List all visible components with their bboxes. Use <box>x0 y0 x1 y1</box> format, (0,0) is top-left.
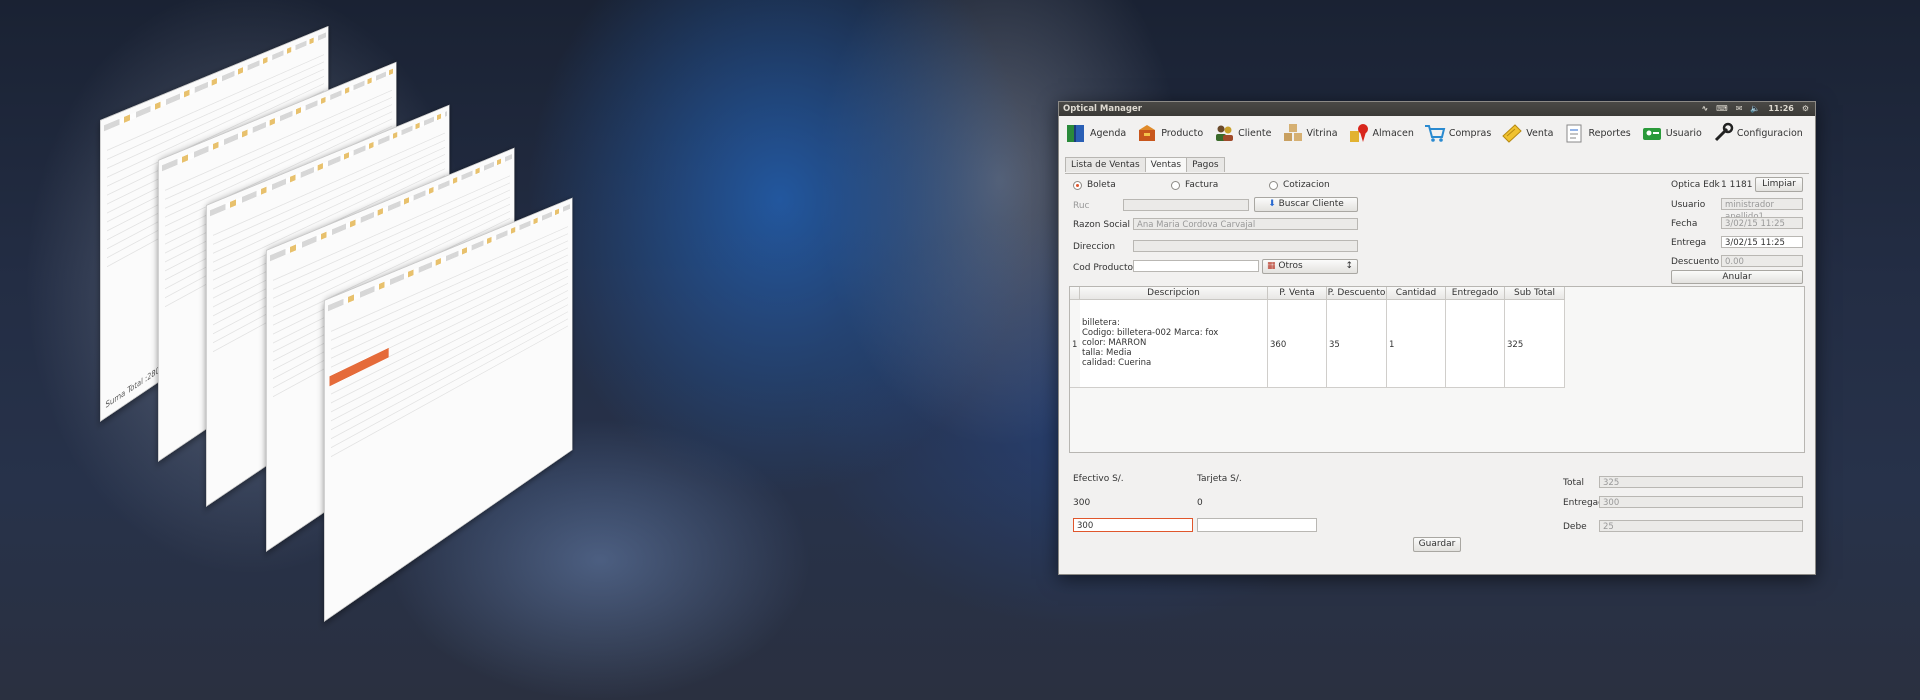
tab-pagos[interactable]: Pagos <box>1186 157 1225 172</box>
entregado-field[interactable]: 300 <box>1599 496 1803 508</box>
col-descripcion[interactable]: Descripcion <box>1080 287 1268 300</box>
col-p-descuento[interactable]: P. Descuento <box>1327 287 1387 300</box>
stacked-screenshots: Suma Total :2800 <box>0 0 740 700</box>
cantidad-cell: 1 <box>1387 300 1446 388</box>
cart-icon <box>1424 125 1446 142</box>
menu-producto[interactable]: Producto <box>1136 122 1203 144</box>
tab-ventas[interactable]: Ventas <box>1144 157 1188 172</box>
title-bar: Optical Manager ∿ ⌨ ✉ 🔈 11:26 ⚙ <box>1059 102 1815 116</box>
menu-venta[interactable]: Venta <box>1501 122 1553 144</box>
boxes-icon <box>1283 124 1302 141</box>
tarjeta-value: 0 <box>1197 498 1203 508</box>
sum-total-text: Suma Total :2800 <box>105 363 164 412</box>
usuario-label: Usuario <box>1671 200 1706 210</box>
debe-label: Debe <box>1563 522 1587 532</box>
col-entregado[interactable]: Entregado <box>1446 287 1505 300</box>
keyboard-icon[interactable]: ⌨ <box>1716 102 1728 116</box>
toolbar: Agenda Producto Cliente Vitrina Almacen … <box>1059 116 1815 150</box>
boleta-label: Boleta <box>1087 180 1116 190</box>
guardar-button[interactable]: Guardar <box>1413 537 1461 552</box>
people-icon <box>1216 125 1234 141</box>
items-table: Descripcion P. Venta P. Descuento Cantid… <box>1069 286 1805 453</box>
book-icon <box>1067 125 1084 142</box>
updown-icon: ↕ <box>1345 261 1353 271</box>
col-cantidad[interactable]: Cantidad <box>1387 287 1446 300</box>
tab-lista-de-ventas[interactable]: Lista de Ventas <box>1065 157 1146 172</box>
descuento-field[interactable]: 0.00 <box>1721 255 1803 267</box>
efectivo-label: Efectivo S/. <box>1073 474 1124 484</box>
menu-reportes[interactable]: Reportes <box>1563 122 1631 144</box>
total-field[interactable]: 325 <box>1599 476 1803 488</box>
cotizacion-label: Cotizacion <box>1283 180 1330 190</box>
system-tray: ∿ ⌨ ✉ 🔈 11:26 ⚙ <box>1701 102 1809 116</box>
efectivo-input[interactable]: 300 <box>1073 518 1193 532</box>
menu-almacen[interactable]: Almacen <box>1348 122 1414 144</box>
razon-social-label: Razon Social <box>1073 220 1131 230</box>
entregado-cell <box>1446 300 1505 388</box>
ruc-label: Ruc <box>1073 201 1090 211</box>
ticket-icon <box>1502 124 1523 143</box>
factura-radio[interactable] <box>1171 181 1180 190</box>
tab-bar: Lista de Ventas Ventas Pagos <box>1065 157 1225 172</box>
boleta-radio[interactable] <box>1073 181 1082 190</box>
otros-select[interactable]: ▦ Otros ↕ <box>1262 259 1358 274</box>
grid-icon: ▦ <box>1267 261 1276 271</box>
menu-vitrina[interactable]: Vitrina <box>1282 122 1338 144</box>
wifi-icon[interactable]: ∿ <box>1701 102 1708 116</box>
p-venta-cell: 360 <box>1268 300 1327 388</box>
entrega-label: Entrega <box>1671 238 1707 248</box>
optica-value: 1 1181 <box>1721 180 1753 190</box>
volume-icon[interactable]: 🔈 <box>1750 102 1760 116</box>
col-p-venta[interactable]: P. Venta <box>1268 287 1327 300</box>
limpiar-button[interactable]: Limpiar <box>1755 177 1803 192</box>
col-sub-total[interactable]: Sub Total <box>1505 287 1565 300</box>
tarjeta-input[interactable] <box>1197 518 1317 532</box>
report-icon <box>1566 124 1582 143</box>
cod-producto-field[interactable] <box>1133 260 1259 272</box>
descripcion-cell: billetera: Codigo: billetera-002 Marca: … <box>1080 300 1268 388</box>
row-num: 1 <box>1070 300 1080 388</box>
fecha-label: Fecha <box>1671 219 1698 229</box>
menu-agenda[interactable]: Agenda <box>1065 122 1126 144</box>
razon-social-field[interactable]: Ana Maria Cordova Carvajal <box>1133 218 1358 230</box>
clock[interactable]: 11:26 <box>1768 102 1793 116</box>
download-icon: ⬇ <box>1268 199 1276 209</box>
menu-compras[interactable]: Compras <box>1424 122 1491 144</box>
tarjeta-label: Tarjeta S/. <box>1197 474 1242 484</box>
p-descuento-cell: 35 <box>1327 300 1387 388</box>
direccion-field[interactable] <box>1133 240 1358 252</box>
tools-icon <box>1714 122 1734 142</box>
direccion-label: Direccion <box>1073 242 1116 252</box>
window-title: Optical Manager <box>1063 104 1142 114</box>
gear-icon[interactable]: ⚙ <box>1802 102 1809 116</box>
ventas-panel: Boleta Factura Cotizacion Ruc ⬇ Buscar C… <box>1065 173 1809 568</box>
menu-cliente[interactable]: Cliente <box>1213 122 1272 144</box>
app-window: Optical Manager ∿ ⌨ ✉ 🔈 11:26 ⚙ Agenda P… <box>1058 101 1816 575</box>
optica-label: Optica Edk <box>1671 180 1720 190</box>
efectivo-value: 300 <box>1073 498 1091 508</box>
pin-icon <box>1349 124 1368 142</box>
ruc-field[interactable] <box>1123 199 1249 211</box>
anular-button[interactable]: Anular <box>1671 270 1803 284</box>
fecha-field[interactable]: 3/02/15 11:25 <box>1721 217 1803 229</box>
usuario-field[interactable]: ministrador apellido1 <box>1721 198 1803 222</box>
menu-usuario[interactable]: Usuario <box>1641 122 1702 144</box>
menu-configuracion[interactable]: Configuracion <box>1712 122 1803 144</box>
debe-field[interactable]: 25 <box>1599 520 1803 532</box>
user-card-icon <box>1642 128 1661 140</box>
col-num <box>1070 287 1080 300</box>
cod-producto-label: Cod Producto <box>1073 263 1134 273</box>
cotizacion-radio[interactable] <box>1269 181 1278 190</box>
mail-icon[interactable]: ✉ <box>1736 102 1743 116</box>
factura-label: Factura <box>1185 180 1219 190</box>
sub-total-cell: 325 <box>1505 300 1565 388</box>
buscar-cliente-button[interactable]: ⬇ Buscar Cliente <box>1254 197 1358 212</box>
box-icon <box>1139 125 1156 141</box>
entrega-field[interactable]: 3/02/15 11:25 <box>1721 236 1803 248</box>
total-label: Total <box>1563 478 1585 488</box>
